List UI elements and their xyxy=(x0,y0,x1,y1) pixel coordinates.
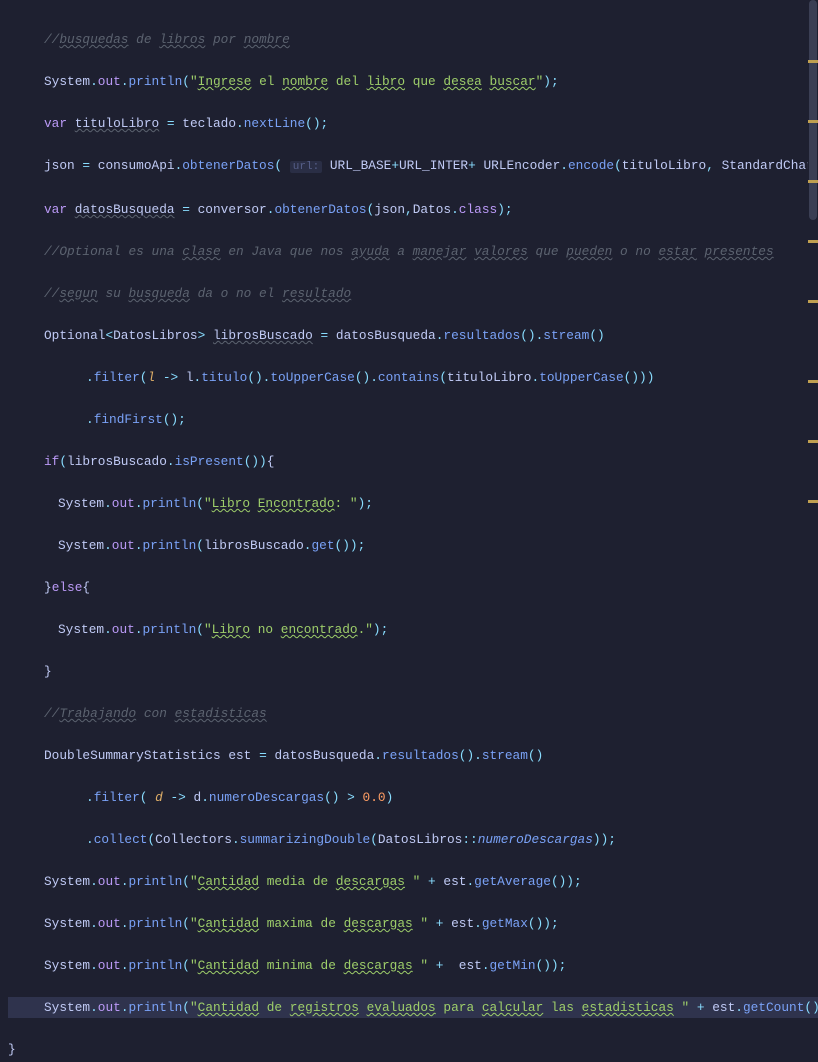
code-line: System.out.println("Cantidad maxima de d… xyxy=(8,913,818,934)
scrollbar-marker[interactable] xyxy=(808,240,818,243)
scrollbar[interactable] xyxy=(808,0,818,531)
code-line: System.out.println(librosBuscado.get()); xyxy=(8,535,818,556)
parameter-hint: url: xyxy=(290,161,322,173)
code-line: System.out.println("Ingrese el nombre de… xyxy=(8,71,818,92)
code-line-active: System.out.println("Cantidad de registro… xyxy=(8,997,818,1018)
scrollbar-marker[interactable] xyxy=(808,500,818,503)
code-line: Optional<DatosLibros> librosBuscado = da… xyxy=(8,325,818,346)
code-line: //Trabajando con estadisticas xyxy=(8,703,818,724)
scrollbar-marker[interactable] xyxy=(808,120,818,123)
code-line: json = consumoApi.obtenerDatos( url: URL… xyxy=(8,155,818,178)
scrollbar-marker[interactable] xyxy=(808,440,818,443)
code-line: System.out.println("Cantidad minima de d… xyxy=(8,955,818,976)
scrollbar-marker[interactable] xyxy=(808,300,818,303)
code-line: //busquedas de libros por nombre xyxy=(8,29,818,50)
code-line: System.out.println("Libro no encontrado.… xyxy=(8,619,818,640)
code-line: .collect(Collectors.summarizingDouble(Da… xyxy=(8,829,818,850)
code-line: } xyxy=(8,661,818,682)
code-line: } xyxy=(8,1039,818,1060)
scrollbar-thumb[interactable] xyxy=(809,0,817,220)
code-line: var datosBusqueda = conversor.obtenerDat… xyxy=(8,199,818,220)
code-line: System.out.println("Libro Encontrado: ")… xyxy=(8,493,818,514)
code-line: if(librosBuscado.isPresent()){ xyxy=(8,451,818,472)
scrollbar-marker[interactable] xyxy=(808,180,818,183)
code-line: .filter(l -> l.titulo().toUpperCase().co… xyxy=(8,367,818,388)
code-line: DoubleSummaryStatistics est = datosBusqu… xyxy=(8,745,818,766)
scrollbar-marker[interactable] xyxy=(808,380,818,383)
code-line: var tituloLibro = teclado.nextLine(); xyxy=(8,113,818,134)
code-line: .findFirst(); xyxy=(8,409,818,430)
code-line: .filter( d -> d.numeroDescargas() > 0.0) xyxy=(8,787,818,808)
code-editor[interactable]: //busquedas de libros por nombre System.… xyxy=(0,0,818,1062)
scrollbar-marker[interactable] xyxy=(808,60,818,63)
code-line: //segun su busqueda da o no el resultado xyxy=(8,283,818,304)
code-line: System.out.println("Cantidad media de de… xyxy=(8,871,818,892)
code-line: //Optional es una clase en Java que nos … xyxy=(8,241,818,262)
code-line: }else{ xyxy=(8,577,818,598)
